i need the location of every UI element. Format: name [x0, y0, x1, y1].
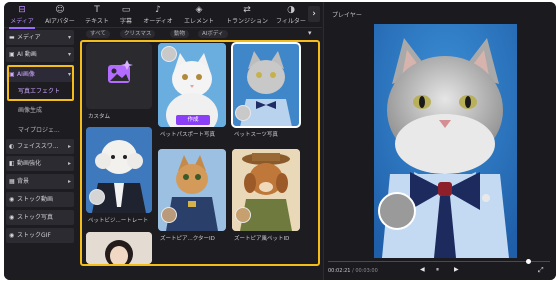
element-icon: ◈: [195, 5, 203, 15]
effect-card-custom[interactable]: [86, 43, 152, 109]
player-title: プレイヤー: [332, 12, 362, 19]
custom-image-icon: [108, 60, 133, 83]
effect-card-caption: ズートピア風ペットID: [234, 236, 290, 242]
sidebar-item-media[interactable]: ▬ メディア ▾: [6, 30, 74, 45]
create-button[interactable]: 作成: [176, 115, 210, 125]
ai-video-icon: ▣: [9, 51, 15, 58]
tab-ai-avatar[interactable]: ☺ AIアバター: [42, 4, 78, 27]
effect-card-pet-suit[interactable]: [231, 42, 301, 128]
effect-card-zootopia-pet-id[interactable]: [232, 149, 300, 231]
pause-icon[interactable]: ⏸: [436, 266, 439, 274]
source-photo-badge: [235, 105, 251, 121]
background-icon: ▦: [9, 178, 15, 185]
effect-card-caption: ペットスーツ写真: [234, 132, 278, 138]
effect-card-caption: カスタム: [88, 114, 111, 120]
timeline-handle[interactable]: [526, 259, 531, 264]
effect-card-pet-business-portrait[interactable]: [86, 127, 152, 213]
source-photo-badge: [235, 207, 251, 223]
playback-timeline[interactable]: [328, 259, 550, 264]
top-toolbar: ⊟ メディア ☺ AIアバター T テキスト ▭ 字幕 ♪ オーディオ ◈ エレ…: [4, 2, 322, 29]
tab-element[interactable]: ◈ エレメント: [180, 4, 218, 27]
effect-card-portrait[interactable]: [86, 232, 152, 264]
effect-card-caption: ズートピア...クターID: [160, 236, 215, 242]
enhance-icon: ◧: [9, 160, 15, 167]
source-photo-badge: [89, 189, 105, 205]
face-swap-icon: ◐: [9, 143, 15, 150]
filter-more-icon[interactable]: ▾: [308, 29, 312, 37]
chevron-right-icon: ▸: [67, 178, 71, 185]
filter-chip-all[interactable]: すべて: [86, 30, 110, 38]
tab-filter[interactable]: ◑ フィルター: [276, 4, 306, 27]
transition-icon: ⇄: [243, 5, 251, 15]
player-preview: [374, 24, 517, 258]
effect-library: すべて クリスマス 動物 AIボディ ▾ カスタム 作成 ペットパスポート写真 …: [76, 29, 322, 280]
effect-card-zootopia-character-id[interactable]: [158, 149, 226, 231]
tab-media[interactable]: ⊟ メディア: [6, 4, 38, 29]
subtitle-icon: ▭: [121, 5, 131, 15]
effect-card-caption: ペットパスポート写真: [160, 132, 216, 138]
source-photo-badge: [161, 207, 177, 223]
tab-text[interactable]: T テキスト: [82, 4, 112, 27]
next-frame-icon[interactable]: ▶: [454, 266, 459, 273]
filter-chip-christmas[interactable]: クリスマス: [120, 30, 156, 38]
sidebar-highlight-box: [7, 65, 74, 101]
player-panel: プレイヤー 00:02:21 / 00:03:00 ◀ ⏸ ▶ ⤢: [323, 2, 556, 280]
stock-video-icon: ◉: [9, 196, 15, 203]
chevron-down-icon: ▾: [67, 34, 71, 41]
source-photo-badge: [378, 192, 416, 230]
avatar-icon: ☺: [55, 5, 65, 15]
sidebar-item-stock-photo[interactable]: ◉ ストック写真: [6, 210, 74, 225]
filter-chip-animals[interactable]: 動物: [170, 30, 190, 38]
previous-frame-icon[interactable]: ◀: [420, 266, 425, 273]
timeline-track: [328, 261, 550, 262]
toolbar-next-button[interactable]: ›: [308, 6, 320, 22]
sidebar-subitem-my-projects[interactable]: マイプロジェ...: [18, 125, 60, 134]
tab-transition[interactable]: ⇄ トランジション: [222, 4, 272, 27]
text-icon: T: [94, 5, 100, 15]
chevron-down-icon: ▾: [67, 51, 71, 58]
tab-audio[interactable]: ♪ オーディオ: [140, 4, 176, 27]
chevron-right-icon: ▸: [67, 143, 71, 150]
time-current: 00:02:21: [328, 268, 351, 274]
stock-gif-icon: ◉: [9, 232, 15, 239]
sidebar-item-enhance[interactable]: ◧ 動画強化 ▸: [6, 156, 74, 171]
sidebar-subitem-image-generation[interactable]: 画像生成: [18, 105, 42, 114]
filter-chip-ai-body[interactable]: AIボディ: [198, 30, 228, 38]
playback-controls: ◀ ⏸ ▶: [420, 266, 466, 275]
effect-card-pet-passport[interactable]: 作成: [158, 43, 226, 127]
woman-portrait-photo: [86, 232, 152, 264]
source-photo-badge: [161, 46, 177, 62]
audio-icon: ♪: [155, 5, 161, 15]
media-icon: ⊟: [18, 5, 26, 15]
sidebar-item-face-swap[interactable]: ◐ フェイススワ... ▸: [6, 139, 74, 154]
app-window: ⊟ メディア ☺ AIアバター T テキスト ▭ 字幕 ♪ オーディオ ◈ エレ…: [4, 2, 556, 280]
effect-card-caption: ペットビジ...ートレート: [88, 218, 149, 224]
stock-photo-icon: ◉: [9, 214, 15, 221]
filter-icon: ◑: [287, 5, 295, 15]
time-total: / 00:03:00: [352, 268, 378, 274]
sidebar-item-ai-video[interactable]: ▣ AI 動画 ▾: [6, 47, 74, 62]
sidebar-item-stock-gif[interactable]: ◉ ストックGIF: [6, 228, 74, 243]
folder-icon: ▬: [9, 34, 15, 41]
time-readout: 00:02:21 / 00:03:00: [328, 268, 378, 274]
sidebar: ▬ メディア ▾ ▣ AI 動画 ▾ ▣ AI画像 ▾ 写真エフェクト 画像生成 マイ…: [4, 29, 76, 280]
sidebar-item-stock-video[interactable]: ◉ ストック動画: [6, 192, 74, 207]
tab-subtitle[interactable]: ▭ 字幕: [114, 4, 138, 27]
chevron-right-icon: ▸: [67, 160, 71, 167]
fullscreen-icon[interactable]: ⤢: [538, 266, 544, 275]
sidebar-item-background[interactable]: ▦ 背景 ▸: [6, 174, 74, 189]
